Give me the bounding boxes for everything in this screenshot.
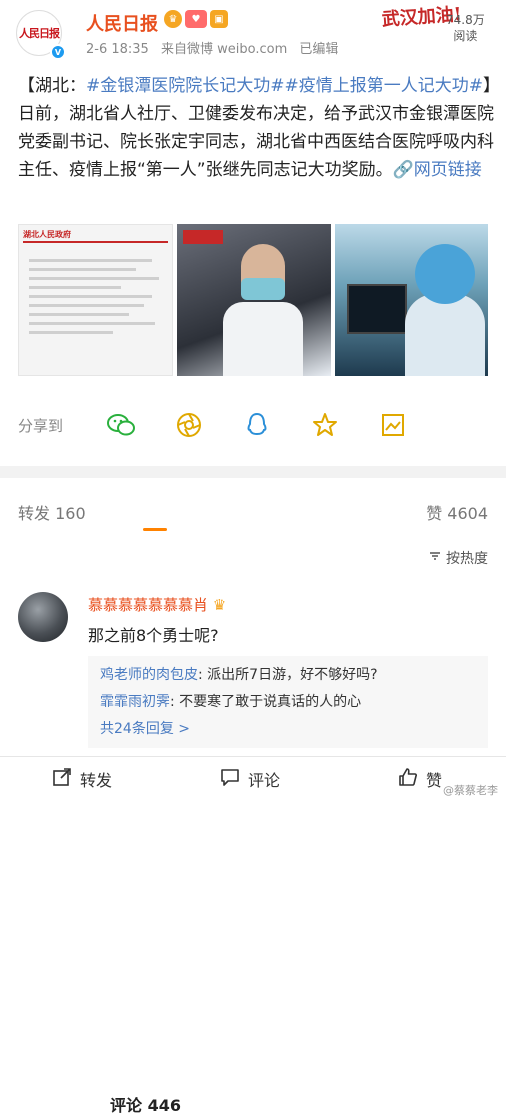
tab-comment[interactable]: 评论 446: [110, 1092, 506, 1116]
repost-icon: [52, 767, 72, 791]
wechat-icon[interactable]: [107, 411, 136, 439]
comment-label: 评论: [248, 771, 281, 790]
reply-item: 霏霏雨初霁: 不要寒了敢于说真话的人的心: [100, 689, 476, 716]
share-bar: 分享到: [18, 410, 488, 440]
post-header: 人民日报 V 人民日报 ♛ ♥ ▣ 2-6 18:35 来自微博 weibo.c…: [0, 0, 506, 62]
view-all-replies-link[interactable]: 共24条回复 >: [100, 716, 476, 743]
favorite-icon[interactable]: [311, 411, 339, 439]
repost-button[interactable]: 转发: [52, 767, 112, 791]
hashtag-link[interactable]: #疫情上报第一人记大功#: [285, 76, 484, 96]
repost-label: 转发: [80, 771, 113, 790]
post-time: 2-6 18:35: [86, 42, 149, 57]
like-label: 赞: [426, 771, 443, 790]
tab-like[interactable]: 赞 4604: [426, 500, 488, 524]
avatar-logo: 人民日报: [19, 27, 60, 40]
post-image-medical-staff[interactable]: [334, 224, 488, 376]
active-tab-indicator: [143, 528, 167, 531]
post-meta: 2-6 18:35 来自微博 weibo.com 已编辑: [86, 38, 346, 57]
web-link[interactable]: 🔗网页链接: [393, 160, 482, 180]
commenter-avatar[interactable]: [18, 592, 68, 642]
vip-badge-icon: ♛: [164, 10, 182, 28]
post-image-doctor[interactable]: [177, 224, 331, 376]
document-header: 湖北人民政府: [23, 229, 169, 243]
read-count-value: 74.8万: [446, 13, 485, 27]
read-count: 74.8万 阅读: [446, 12, 485, 44]
commenter-name-text: 慕慕慕慕慕慕慕肖: [88, 596, 209, 614]
sort-label: 按热度: [446, 551, 488, 567]
verified-icon: V: [50, 44, 66, 60]
post-edited: 已编辑: [299, 42, 339, 57]
qq-icon[interactable]: [243, 411, 271, 439]
tab-repost[interactable]: 转发 160: [18, 500, 86, 524]
comment-replies[interactable]: 鸡老师的肉包皮: 派出所7日游，好不够好吗? 霏霏雨初霁: 不要寒了敢于说真话的…: [88, 656, 488, 748]
reply-item: 鸡老师的肉包皮: 派出所7日游，好不够好吗?: [100, 662, 476, 689]
comment-icon: [220, 767, 240, 791]
bottom-action-bar: 转发 评论 赞: [0, 756, 506, 800]
reply-author[interactable]: 鸡老师的肉包皮: [100, 667, 198, 683]
section-divider: [0, 466, 506, 478]
link-icon: 🔗: [392, 160, 414, 180]
thumbs-up-icon: [398, 767, 418, 791]
post-images: 湖北人民政府: [18, 224, 488, 376]
reply-text: : 不要寒了敢于说真话的人的心: [170, 694, 362, 710]
hashtag-link[interactable]: #金银潭医院院长记大功#: [86, 76, 285, 96]
commenter-name[interactable]: 慕慕慕慕慕慕慕肖 ♛: [88, 594, 226, 615]
like-button[interactable]: 赞: [398, 767, 442, 791]
author-name[interactable]: 人民日报: [86, 10, 158, 36]
web-link-label: 网页链接: [413, 160, 482, 180]
vip-badge-icon: ♛: [212, 596, 227, 614]
watermark: @蔡蔡老李: [443, 784, 498, 797]
comment-button[interactable]: 评论: [220, 767, 280, 791]
sort-icon: [428, 549, 442, 567]
interaction-tabs: 转发 160 评论 446 赞 4604: [18, 500, 488, 1115]
picture-badge-icon: ▣: [210, 10, 228, 28]
reply-text: : 派出所7日游，好不够好吗?: [198, 667, 378, 683]
post-body: 【湖北：#金银潭医院院长记大功##疫情上报第一人记大功#】日前，湖北省人社厅、卫…: [18, 72, 494, 184]
moments-icon[interactable]: [175, 411, 203, 439]
sort-by-hot-button[interactable]: 按热度: [428, 548, 488, 568]
share-label: 分享到: [18, 416, 64, 435]
save-image-icon[interactable]: [379, 411, 407, 439]
read-count-label: 阅读: [453, 29, 478, 43]
post-source: 来自微博 weibo.com: [160, 42, 288, 57]
fan-badge-icon: ♥: [185, 10, 207, 28]
reply-author[interactable]: 霏霏雨初霁: [100, 694, 170, 710]
comment-text: 那之前8个勇士呢?: [88, 626, 219, 645]
author-badges: ♛ ♥ ▣: [164, 10, 228, 28]
post-image-document[interactable]: 湖北人民政府: [18, 224, 174, 376]
author-avatar[interactable]: 人民日报 V: [16, 10, 66, 60]
post-text-prefix: 【湖北：: [18, 76, 86, 96]
